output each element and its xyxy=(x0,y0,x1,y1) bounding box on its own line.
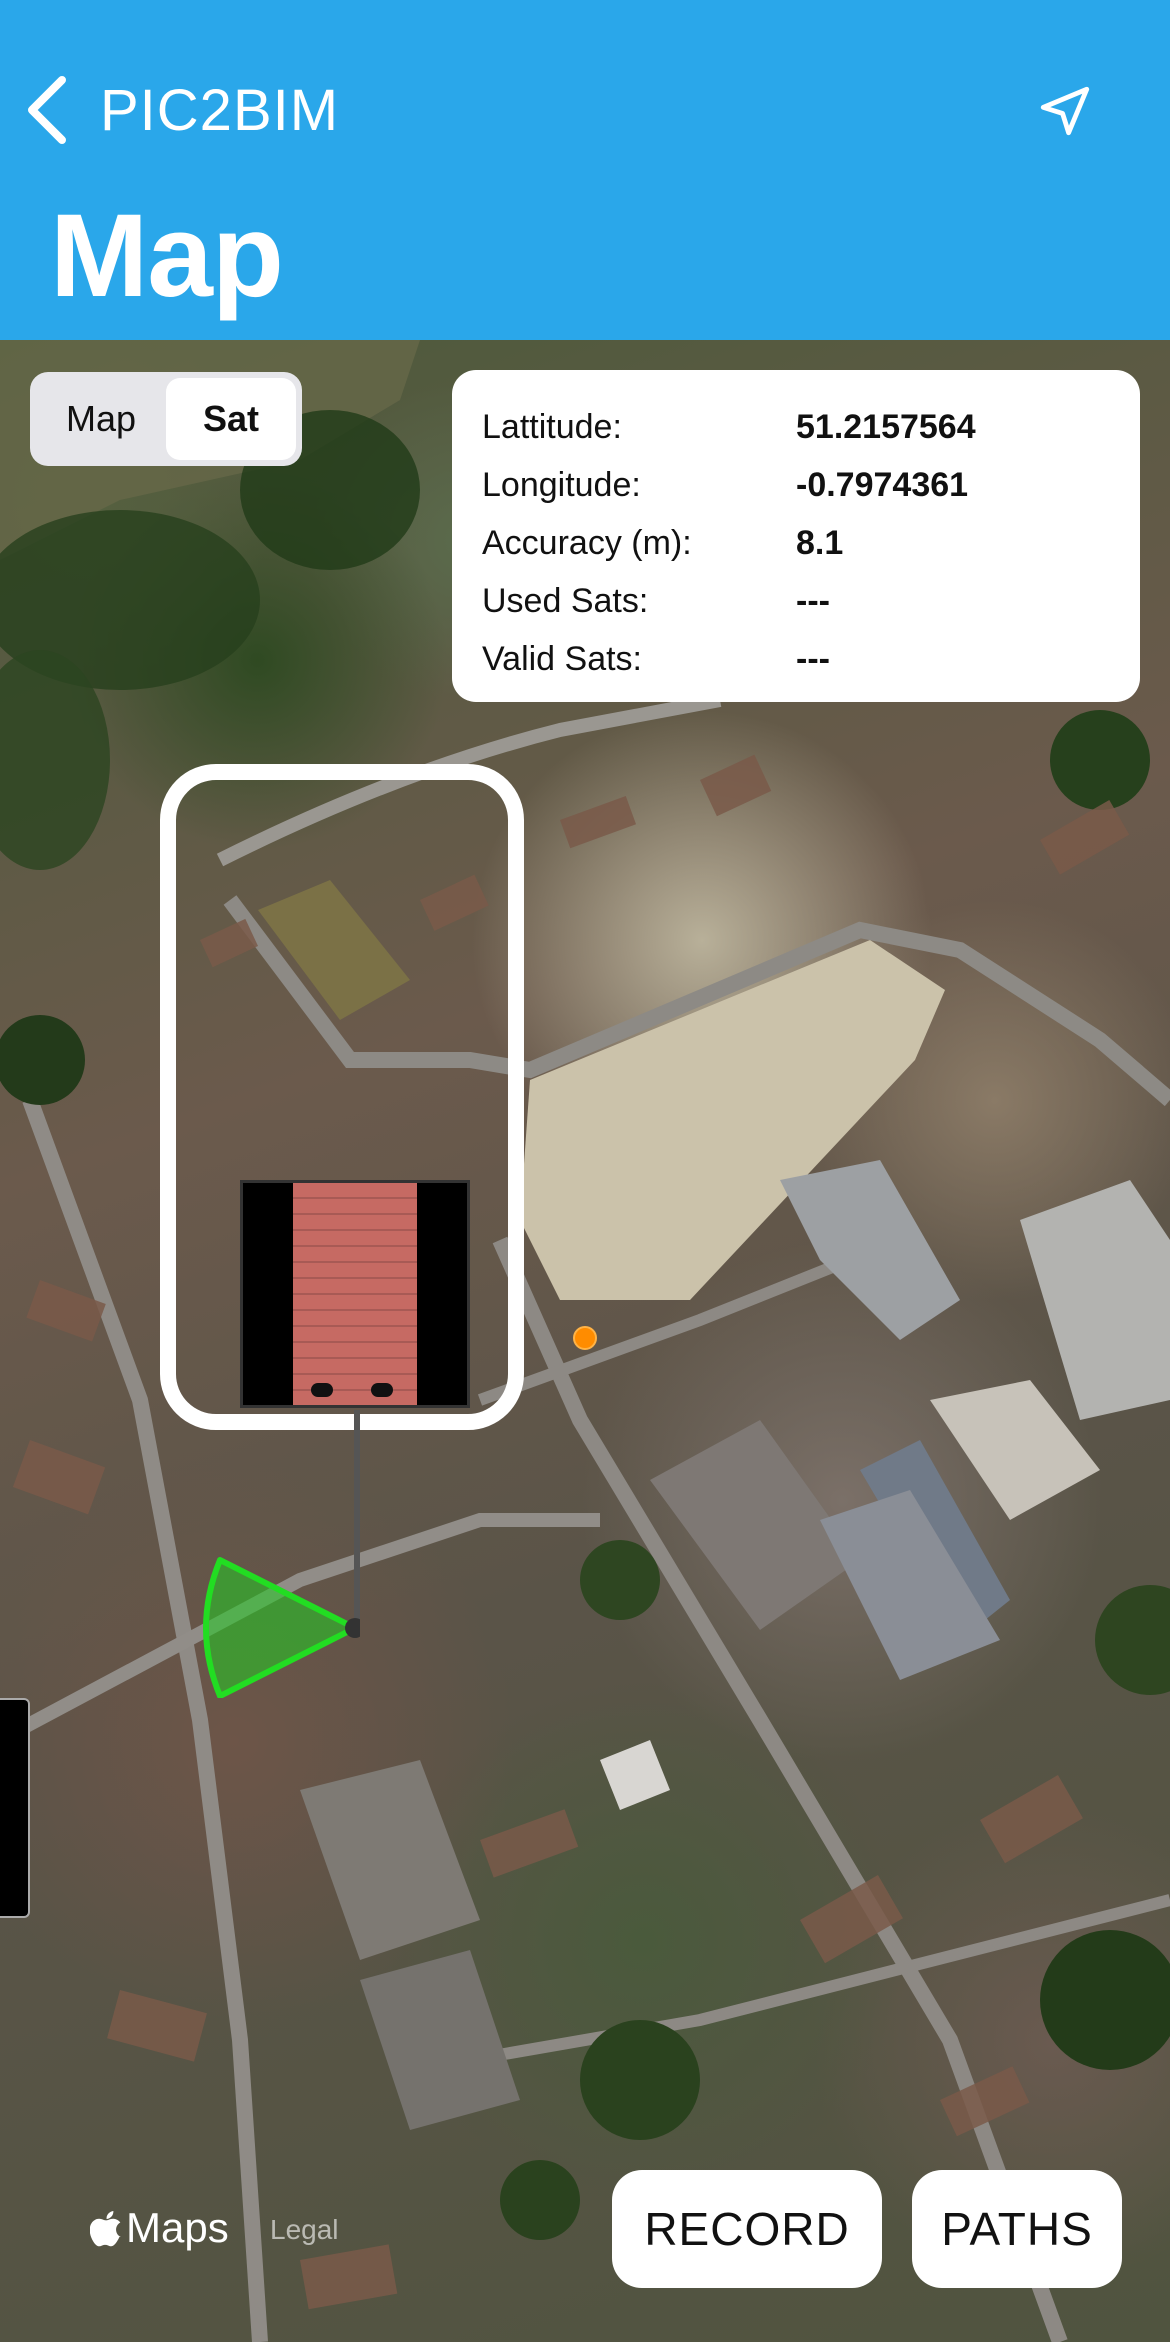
longitude-value: -0.7974361 xyxy=(796,465,969,504)
info-row-used-sats: Used Sats: --- xyxy=(482,572,1110,630)
record-button[interactable]: RECORD xyxy=(612,2170,882,2288)
current-position-marker xyxy=(573,1326,597,1350)
accuracy-label: Accuracy (m): xyxy=(482,523,692,562)
back-button[interactable]: PIC2BIM xyxy=(22,70,339,150)
segment-map[interactable]: Map xyxy=(36,378,166,460)
legal-link[interactable]: Legal xyxy=(270,2214,339,2246)
segment-sat[interactable]: Sat xyxy=(166,378,296,460)
valid-sats-label: Valid Sats: xyxy=(482,639,643,678)
latitude-value: 51.2157564 xyxy=(796,407,976,446)
navigation-header: PIC2BIM Map xyxy=(0,0,1170,340)
accuracy-value: 8.1 xyxy=(796,523,844,562)
page-title: Map xyxy=(50,190,284,322)
camera-field-of-view-icon xyxy=(203,1557,360,1698)
latitude-label: Lattitude: xyxy=(482,407,622,446)
apple-logo-icon xyxy=(90,2211,121,2247)
back-button-label: PIC2BIM xyxy=(100,77,340,143)
maps-attribution-label: Maps xyxy=(126,2204,229,2251)
valid-sats-value: --- xyxy=(796,639,830,678)
used-sats-label: Used Sats: xyxy=(482,581,649,620)
used-sats-value: --- xyxy=(796,581,830,620)
shoe-right xyxy=(371,1383,393,1397)
shoe-left xyxy=(311,1383,333,1397)
map-type-segmented-control[interactable]: Map Sat xyxy=(30,372,302,466)
longitude-label: Longitude: xyxy=(482,465,641,504)
photo-thumbnail[interactable] xyxy=(240,1180,470,1408)
location-arrow-icon[interactable] xyxy=(1036,82,1094,140)
brick-pavement-image xyxy=(293,1183,417,1405)
location-info-card: Lattitude: 51.2157564 Longitude: -0.7974… xyxy=(452,370,1140,702)
info-row-latitude: Lattitude: 51.2157564 xyxy=(482,398,1110,456)
chevron-left-icon xyxy=(28,76,66,144)
info-row-valid-sats: Valid Sats: --- xyxy=(482,630,1110,688)
paths-button[interactable]: PATHS xyxy=(912,2170,1122,2288)
side-panel-tab[interactable] xyxy=(0,1698,30,1918)
info-row-longitude: Longitude: -0.7974361 xyxy=(482,456,1110,514)
info-row-accuracy: Accuracy (m): 8.1 xyxy=(482,514,1110,572)
maps-attribution: Maps xyxy=(90,2204,229,2252)
